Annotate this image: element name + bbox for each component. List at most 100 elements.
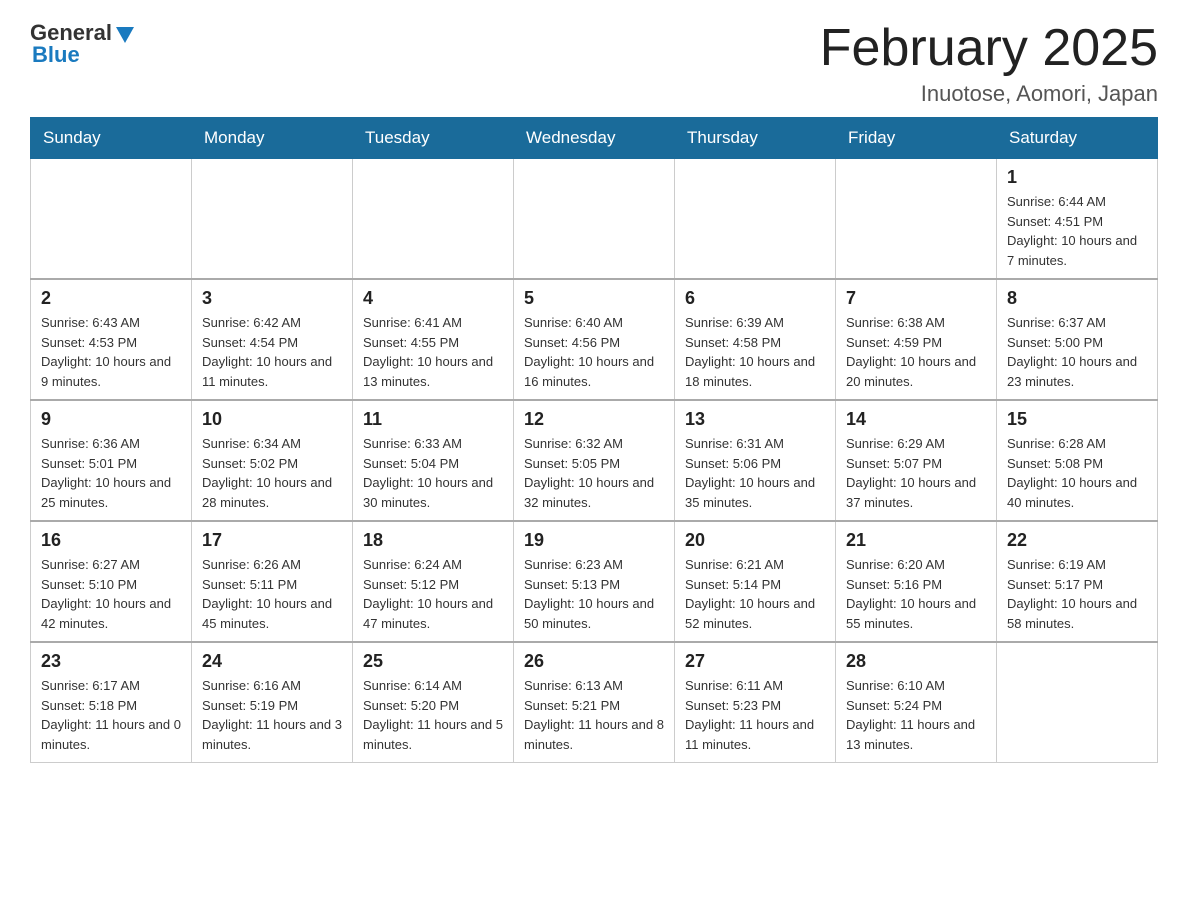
- header-thursday: Thursday: [675, 118, 836, 159]
- calendar-cell: [353, 159, 514, 280]
- day-info: Sunrise: 6:24 AMSunset: 5:12 PMDaylight:…: [363, 555, 503, 633]
- calendar-cell: 11 Sunrise: 6:33 AMSunset: 5:04 PMDayligh…: [353, 400, 514, 521]
- day-number: 12: [524, 409, 664, 430]
- day-info: Sunrise: 6:36 AMSunset: 5:01 PMDaylight:…: [41, 434, 181, 512]
- day-number: 8: [1007, 288, 1147, 309]
- calendar-cell: 25 Sunrise: 6:14 AMSunset: 5:20 PMDayligh…: [353, 642, 514, 763]
- day-info: Sunrise: 6:19 AMSunset: 5:17 PMDaylight:…: [1007, 555, 1147, 633]
- calendar-subtitle: Inuotose, Aomori, Japan: [820, 81, 1158, 107]
- day-number: 16: [41, 530, 181, 551]
- calendar-cell: 28 Sunrise: 6:10 AMSunset: 5:24 PMDayligh…: [836, 642, 997, 763]
- day-number: 27: [685, 651, 825, 672]
- calendar-cell: 2 Sunrise: 6:43 AMSunset: 4:53 PMDaylight…: [31, 279, 192, 400]
- day-info: Sunrise: 6:37 AMSunset: 5:00 PMDaylight:…: [1007, 313, 1147, 391]
- calendar-cell: 24 Sunrise: 6:16 AMSunset: 5:19 PMDayligh…: [192, 642, 353, 763]
- day-info: Sunrise: 6:13 AMSunset: 5:21 PMDaylight:…: [524, 676, 664, 754]
- day-info: Sunrise: 6:34 AMSunset: 5:02 PMDaylight:…: [202, 434, 342, 512]
- day-info: Sunrise: 6:41 AMSunset: 4:55 PMDaylight:…: [363, 313, 503, 391]
- day-info: Sunrise: 6:26 AMSunset: 5:11 PMDaylight:…: [202, 555, 342, 633]
- calendar-cell: 12 Sunrise: 6:32 AMSunset: 5:05 PMDayligh…: [514, 400, 675, 521]
- day-info: Sunrise: 6:27 AMSunset: 5:10 PMDaylight:…: [41, 555, 181, 633]
- calendar-cell: 22 Sunrise: 6:19 AMSunset: 5:17 PMDayligh…: [997, 521, 1158, 642]
- calendar-cell: 16 Sunrise: 6:27 AMSunset: 5:10 PMDayligh…: [31, 521, 192, 642]
- day-number: 5: [524, 288, 664, 309]
- calendar-cell: 14Sunrise: 6:29 AMSunset: 5:07 PMDayligh…: [836, 400, 997, 521]
- header-wednesday: Wednesday: [514, 118, 675, 159]
- calendar-cell: 13Sunrise: 6:31 AMSunset: 5:06 PMDayligh…: [675, 400, 836, 521]
- calendar-week-row: 16 Sunrise: 6:27 AMSunset: 5:10 PMDayligh…: [31, 521, 1158, 642]
- day-info: Sunrise: 6:20 AMSunset: 5:16 PMDaylight:…: [846, 555, 986, 633]
- day-number: 9: [41, 409, 181, 430]
- day-info: Sunrise: 6:33 AMSunset: 5:04 PMDaylight:…: [363, 434, 503, 512]
- calendar-cell: [192, 159, 353, 280]
- day-number: 24: [202, 651, 342, 672]
- day-number: 10: [202, 409, 342, 430]
- calendar-cell: 1 Sunrise: 6:44 AMSunset: 4:51 PMDaylight…: [997, 159, 1158, 280]
- day-info: Sunrise: 6:14 AMSunset: 5:20 PMDaylight:…: [363, 676, 503, 754]
- day-info: Sunrise: 6:44 AMSunset: 4:51 PMDaylight:…: [1007, 192, 1147, 270]
- day-number: 17: [202, 530, 342, 551]
- day-info: Sunrise: 6:39 AMSunset: 4:58 PMDaylight:…: [685, 313, 825, 391]
- title-section: February 2025 Inuotose, Aomori, Japan: [820, 20, 1158, 107]
- day-number: 26: [524, 651, 664, 672]
- day-info: Sunrise: 6:43 AMSunset: 4:53 PMDaylight:…: [41, 313, 181, 391]
- day-number: 11: [363, 409, 503, 430]
- calendar-cell: 15Sunrise: 6:28 AMSunset: 5:08 PMDayligh…: [997, 400, 1158, 521]
- calendar-title: February 2025: [820, 20, 1158, 77]
- calendar-week-row: 23 Sunrise: 6:17 AMSunset: 5:18 PMDayligh…: [31, 642, 1158, 763]
- calendar-cell: 7 Sunrise: 6:38 AMSunset: 4:59 PMDaylight…: [836, 279, 997, 400]
- calendar-cell: [31, 159, 192, 280]
- calendar-cell: 19 Sunrise: 6:23 AMSunset: 5:13 PMDayligh…: [514, 521, 675, 642]
- day-info: Sunrise: 6:16 AMSunset: 5:19 PMDaylight:…: [202, 676, 342, 754]
- calendar-cell: 4 Sunrise: 6:41 AMSunset: 4:55 PMDaylight…: [353, 279, 514, 400]
- calendar-week-row: 1 Sunrise: 6:44 AMSunset: 4:51 PMDaylight…: [31, 159, 1158, 280]
- calendar-header-row: SundayMondayTuesdayWednesdayThursdayFrid…: [31, 118, 1158, 159]
- calendar-week-row: 9 Sunrise: 6:36 AMSunset: 5:01 PMDaylight…: [31, 400, 1158, 521]
- day-number: 6: [685, 288, 825, 309]
- day-info: Sunrise: 6:31 AMSunset: 5:06 PMDaylight:…: [685, 434, 825, 512]
- day-info: Sunrise: 6:23 AMSunset: 5:13 PMDaylight:…: [524, 555, 664, 633]
- calendar-cell: [836, 159, 997, 280]
- day-number: 18: [363, 530, 503, 551]
- day-number: 7: [846, 288, 986, 309]
- day-number: 19: [524, 530, 664, 551]
- calendar-cell: [514, 159, 675, 280]
- calendar-cell: 20 Sunrise: 6:21 AMSunset: 5:14 PMDayligh…: [675, 521, 836, 642]
- day-number: 4: [363, 288, 503, 309]
- day-number: 21: [846, 530, 986, 551]
- day-number: 2: [41, 288, 181, 309]
- day-number: 1: [1007, 167, 1147, 188]
- calendar-cell: [997, 642, 1158, 763]
- day-number: 28: [846, 651, 986, 672]
- calendar-cell: 9 Sunrise: 6:36 AMSunset: 5:01 PMDaylight…: [31, 400, 192, 521]
- calendar-cell: 21 Sunrise: 6:20 AMSunset: 5:16 PMDayligh…: [836, 521, 997, 642]
- day-info: Sunrise: 6:42 AMSunset: 4:54 PMDaylight:…: [202, 313, 342, 391]
- header-monday: Monday: [192, 118, 353, 159]
- calendar-cell: 10 Sunrise: 6:34 AMSunset: 5:02 PMDayligh…: [192, 400, 353, 521]
- header-tuesday: Tuesday: [353, 118, 514, 159]
- day-info: Sunrise: 6:40 AMSunset: 4:56 PMDaylight:…: [524, 313, 664, 391]
- calendar-cell: 17 Sunrise: 6:26 AMSunset: 5:11 PMDayligh…: [192, 521, 353, 642]
- day-number: 23: [41, 651, 181, 672]
- day-info: Sunrise: 6:38 AMSunset: 4:59 PMDaylight:…: [846, 313, 986, 391]
- day-info: Sunrise: 6:11 AMSunset: 5:23 PMDaylight:…: [685, 676, 825, 754]
- calendar-cell: [675, 159, 836, 280]
- calendar-cell: 27 Sunrise: 6:11 AMSunset: 5:23 PMDayligh…: [675, 642, 836, 763]
- calendar-cell: 5 Sunrise: 6:40 AMSunset: 4:56 PMDaylight…: [514, 279, 675, 400]
- day-number: 14: [846, 409, 986, 430]
- day-info: Sunrise: 6:21 AMSunset: 5:14 PMDaylight:…: [685, 555, 825, 633]
- day-info: Sunrise: 6:10 AMSunset: 5:24 PMDaylight:…: [846, 676, 986, 754]
- day-number: 20: [685, 530, 825, 551]
- calendar-week-row: 2 Sunrise: 6:43 AMSunset: 4:53 PMDaylight…: [31, 279, 1158, 400]
- day-number: 22: [1007, 530, 1147, 551]
- day-number: 15: [1007, 409, 1147, 430]
- day-info: Sunrise: 6:32 AMSunset: 5:05 PMDaylight:…: [524, 434, 664, 512]
- calendar-cell: 3Sunrise: 6:42 AMSunset: 4:54 PMDaylight…: [192, 279, 353, 400]
- logo-blue-text: Blue: [32, 42, 136, 68]
- day-info: Sunrise: 6:17 AMSunset: 5:18 PMDaylight:…: [41, 676, 181, 754]
- day-number: 25: [363, 651, 503, 672]
- calendar-cell: 26 Sunrise: 6:13 AMSunset: 5:21 PMDayligh…: [514, 642, 675, 763]
- calendar-cell: 18 Sunrise: 6:24 AMSunset: 5:12 PMDayligh…: [353, 521, 514, 642]
- header-friday: Friday: [836, 118, 997, 159]
- header-saturday: Saturday: [997, 118, 1158, 159]
